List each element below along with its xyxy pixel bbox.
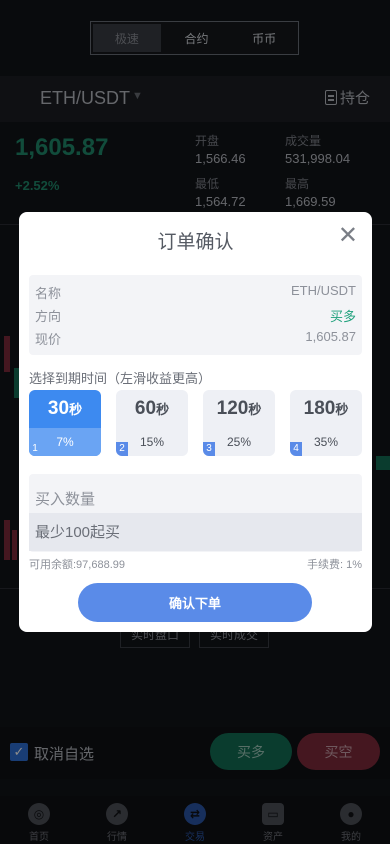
expiry-option-180[interactable]: 180秒 35% 4 <box>290 390 362 456</box>
expiry-option-120[interactable]: 120秒 25% 3 <box>203 390 275 456</box>
expiry-seconds: 60秒 <box>116 398 188 420</box>
seconds-unit: 秒 <box>69 402 83 417</box>
fee-text: 手续费: 1% <box>306 559 362 571</box>
option-index: 1 <box>32 443 38 454</box>
quantity-input[interactable] <box>29 513 362 551</box>
info-row-direction: 方向 买多 <box>35 306 356 325</box>
option-index: 3 <box>203 442 215 456</box>
expiry-seconds: 180秒 <box>290 398 362 420</box>
option-index: 2 <box>116 442 128 456</box>
info-key: 方向 <box>35 309 62 324</box>
available-balance: 可用余额:97,688.99 <box>29 559 125 571</box>
seconds-unit: 秒 <box>248 402 262 417</box>
confirm-order-button[interactable]: 确认下单 <box>78 583 312 622</box>
info-value: 买多 <box>329 309 356 324</box>
seconds-value: 30 <box>47 398 70 419</box>
seconds-unit: 秒 <box>156 402 170 417</box>
quantity-label: 买入数量 <box>35 491 96 508</box>
option-index: 4 <box>290 442 302 456</box>
info-value: 1,605.87 <box>305 329 356 344</box>
close-icon[interactable]: ✕ <box>338 224 358 248</box>
info-row-price: 现价 1,605.87 <box>35 329 356 348</box>
expire-label: 选择到期时间（左滑收益更高） <box>29 371 212 386</box>
info-key: 名称 <box>35 286 62 301</box>
info-row-name: 名称 ETH/USDT <box>35 283 356 302</box>
expiry-seconds: 120秒 <box>203 398 275 420</box>
order-info: 名称 ETH/USDT 方向 买多 现价 1,605.87 <box>29 275 362 355</box>
expiry-seconds: 30秒 <box>29 398 101 420</box>
info-key: 现价 <box>35 332 62 347</box>
dialog-title: 订单确认 <box>157 232 234 253</box>
seconds-value: 180 <box>303 398 336 419</box>
seconds-value: 60 <box>134 398 157 419</box>
info-value: ETH/USDT <box>291 283 356 298</box>
seconds-unit: 秒 <box>335 402 349 417</box>
expiry-option-60[interactable]: 60秒 15% 2 <box>116 390 188 456</box>
seconds-value: 120 <box>216 398 249 419</box>
order-confirm-dialog: 订单确认 ✕ 名称 ETH/USDT 方向 买多 现价 1,605.87 选择到… <box>19 212 372 632</box>
expiry-option-30[interactable]: 30秒 7% 1 <box>29 390 101 456</box>
